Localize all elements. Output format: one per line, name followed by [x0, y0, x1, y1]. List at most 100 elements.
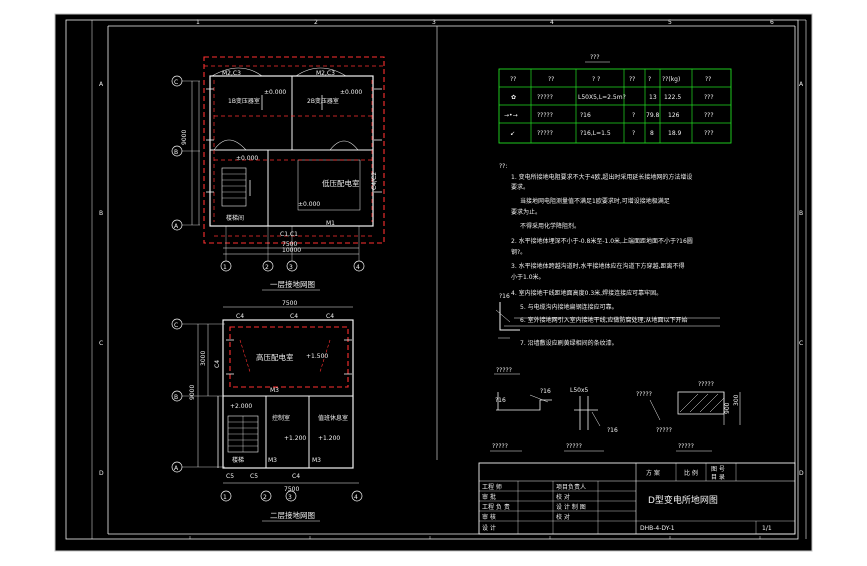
th-unit: ??: [629, 76, 635, 83]
cad-viewport: A B C D A B C D 1 2 3 4 5 6 C B A 9000 M…: [0, 0, 867, 562]
row3-name: ?????: [537, 130, 553, 137]
axis-col-2: 2: [265, 264, 269, 271]
note-line-7: 钢?。: [511, 248, 526, 256]
zone-mark-left-c: C: [99, 340, 103, 347]
tb-drawing-number: DHB-4-DY-1: [640, 525, 675, 532]
note-line-5: 不得采用化学降阻剂。: [520, 222, 580, 230]
dim-9000-lower: 9000: [189, 385, 196, 400]
axis-col-3-lower: 3: [288, 494, 292, 501]
detail-caption-2: ?????: [566, 443, 582, 450]
room-stair-lower: 楼梯: [232, 456, 244, 464]
zone-mark-right-d: D: [799, 470, 804, 477]
row2-symbol: →•→: [504, 112, 518, 119]
note-line-11: 5. 与电缆沟内接地扁钢连接应可靠。: [520, 303, 618, 311]
th-qty: ?: [648, 76, 651, 83]
tb-scale: 比 例: [684, 469, 698, 477]
notes-heading: ??:: [499, 163, 507, 170]
detail-label-d: ?????: [656, 427, 672, 434]
zone-mark-right-c: C: [799, 340, 803, 347]
detail-caption-1: ?????: [492, 443, 508, 450]
dim-9000-upper: 9000: [181, 130, 188, 145]
th-weight: ??(kg): [662, 76, 680, 83]
axis-col-1-lower: 1: [223, 494, 227, 501]
elev-1200-a: +1.200: [284, 435, 306, 442]
dim-10000-upper: 10000: [282, 247, 301, 254]
zone-mark-top-5: 5: [668, 19, 672, 26]
door-m3-2: M3: [268, 457, 277, 464]
axis-col-2-lower: 2: [263, 494, 267, 501]
row3-spec: ?16,L=1.5: [580, 130, 611, 137]
note-line-8: 3. 水平接地体跨越沟道时,水平接地体应在沟道下方穿越,距离不得: [511, 262, 684, 270]
note-line-1: 1. 变电所接地电阻要求不大于4欧,超出时采用延长接地网的方法增设: [511, 173, 692, 181]
tb-check: 校 对: [556, 493, 570, 501]
note-line-12: 6. 室外接地网引入室内接地干线,应做防腐处理,从地面以下开始: [520, 316, 687, 324]
row2-unit: ?: [632, 112, 635, 119]
detail-caption-3: ?????: [678, 443, 694, 450]
door-label-m2c3-right: M2,C3: [316, 70, 335, 77]
detail-label-b: ?16: [495, 397, 506, 404]
upper-plan-caption: 一层接地网图: [270, 279, 315, 289]
note-line-2: 要求。: [511, 183, 529, 191]
elev-label-2: ±0.000: [340, 89, 362, 96]
zone-mark-top-1: 1: [196, 19, 200, 26]
room-stair-upper: 楼梯间: [226, 214, 244, 222]
dim-300: 300: [733, 394, 740, 406]
row2-qty: 79.8: [646, 112, 660, 119]
dim-3000-lower: 3000: [200, 351, 207, 366]
axis-col-3: 3: [289, 264, 293, 271]
row2-remark: ???: [704, 112, 714, 119]
row3-weight: 18.9: [668, 130, 682, 137]
detail-label-c: ?????: [636, 391, 652, 398]
row2-spec: ?16: [580, 112, 591, 119]
tb-design: 设 计: [482, 524, 496, 532]
note-line-3: 当接地网电阻测量值不满足1欧要求时,可增设接地极满足: [520, 197, 670, 205]
row3-remark: ???: [704, 130, 714, 137]
tb-review: 审 核: [482, 513, 496, 521]
window-c4-2: C4: [290, 313, 298, 320]
room-hv-distribution: 高压配电室: [256, 352, 294, 362]
window-c4-4: C4: [214, 360, 221, 368]
elev-label-4: ±0.000: [298, 201, 320, 208]
zone-mark-top-2: 2: [314, 19, 318, 26]
th-name: ??: [548, 76, 554, 83]
room-duty: 值班休息室: [318, 414, 348, 422]
row1-remark: ???: [704, 94, 714, 101]
note-line-9: 小于1.0米。: [511, 273, 545, 281]
th-symbol: ??: [510, 76, 516, 83]
window-c4-1: C4: [236, 313, 244, 320]
elev-2000: +2.000: [230, 403, 252, 410]
door-m3-3: M3: [312, 457, 321, 464]
axis-row-b: B: [174, 149, 178, 156]
window-c4-3: C4: [326, 313, 334, 320]
elev-label-1: ±0.000: [264, 89, 286, 96]
detail-label-phi16-right: ?16: [607, 427, 618, 434]
note-line-10: 4. 室内接地干线距地面高度0.3米,焊接连接应可靠牢固。: [511, 289, 662, 297]
room-1b-transformer: 1B变压器室: [228, 97, 260, 105]
axis-col-4-lower: 4: [354, 494, 358, 501]
zone-mark-left-d: D: [99, 470, 104, 477]
materials-table-title: ???: [590, 54, 600, 61]
row3-unit: ?: [632, 130, 635, 137]
row2-name: ?????: [537, 112, 553, 119]
elev-1200-b: +1.200: [318, 435, 340, 442]
row1-name: ?????: [537, 94, 553, 101]
dim-7500-lower-top: 7500: [282, 300, 297, 307]
tb-project-manager: 项目负责人: [556, 483, 586, 491]
axis-row-c-lower: C: [174, 322, 178, 329]
tb-check-2: 校 对: [556, 513, 570, 521]
tb-engineer: 工程 师: [482, 483, 502, 491]
tb-project-lead: 工程 负 责: [482, 503, 510, 511]
room-2b-transformer: 2B变压器室: [307, 97, 339, 105]
elev-label-3: ±0.000: [236, 155, 258, 162]
tb-drafting: 设 计 制 图: [556, 503, 586, 511]
detail-label-a: ?????: [496, 367, 512, 374]
tb-drawing-no-label: 图 号: [711, 466, 725, 473]
window-c4-5: C4: [292, 473, 300, 480]
detail-label-phi16-mid: ?16: [540, 388, 551, 395]
detail-label-e: ?????: [698, 381, 714, 388]
row1-qty: 13: [649, 94, 657, 101]
th-remark: ??: [705, 76, 711, 83]
window-label-c4c2: C4/C2: [371, 172, 378, 190]
door-label-m2c3-left: M2,C3: [222, 70, 241, 77]
tb-catalog: 目 录: [711, 473, 725, 481]
